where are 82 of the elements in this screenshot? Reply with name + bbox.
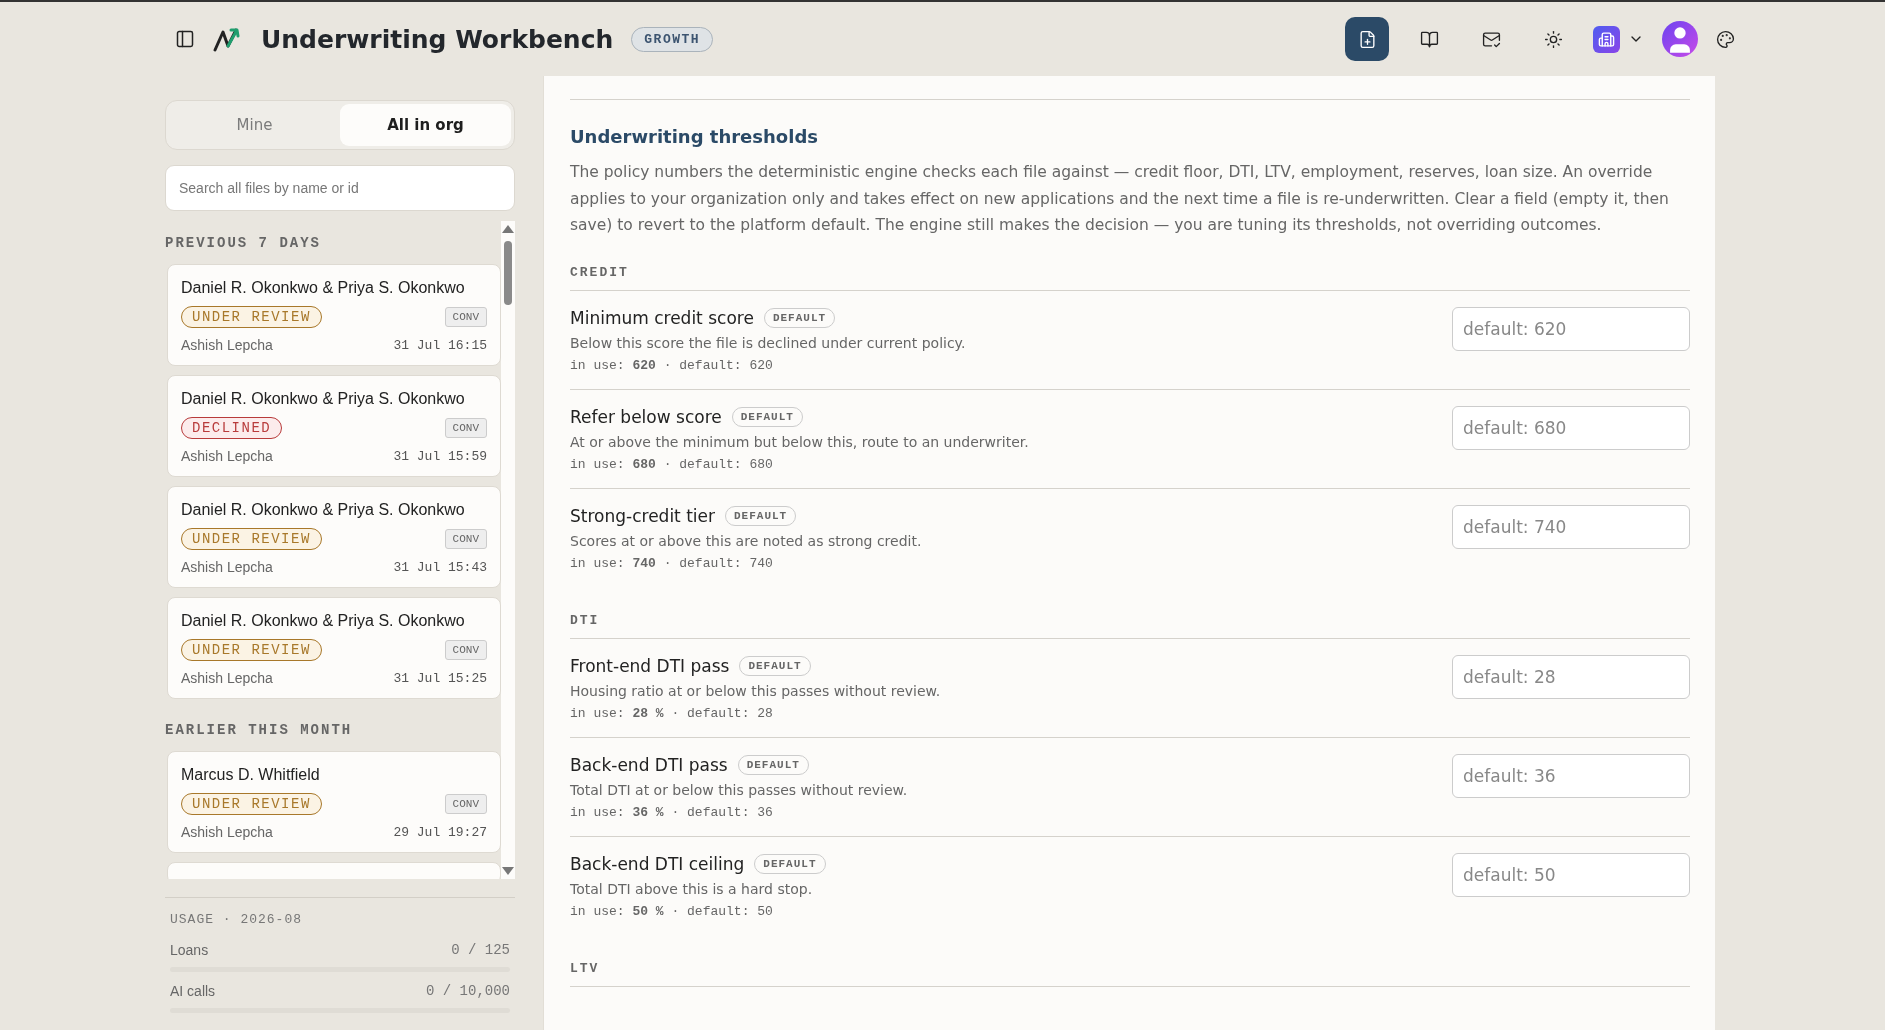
category-heading: CREDIT — [570, 238, 1690, 291]
threshold-field[interactable]: default: 740 — [1452, 504, 1690, 549]
meter-label: Loans — [170, 942, 209, 958]
owner-name: Ashish Lepcha — [181, 448, 273, 464]
setting-values: in use: 620 · default: 620 — [570, 357, 774, 373]
setting-name: Strong-credit tier — [570, 505, 715, 526]
owner-name: Ashish Lepcha — [181, 824, 273, 840]
app-title: Underwriting Workbench — [261, 24, 614, 54]
setting-values: in use: 50 % · default: 50 — [570, 903, 774, 919]
sidebar-toggle-icon[interactable] — [175, 29, 195, 49]
scope-tab[interactable]: Mine — [169, 104, 340, 146]
borrower-name: Daniel R. Okonkwo & Priya S. Okonkwo — [181, 501, 466, 519]
file-card[interactable]: Daniel R. Okonkwo & Priya S. Okonkwo DECLINED CONV Ashish Lepcha 31 Jul 15:59 — [167, 375, 501, 477]
file-timestamp: 29 Jul 19:27 — [393, 824, 487, 840]
scope-tab[interactable]: All in org — [340, 104, 511, 146]
setting-help: At or above the minimum but below this, route to an underwriter. — [570, 433, 1029, 450]
setting-values: in use: 36 % · default: 36 — [570, 804, 774, 820]
threshold-field[interactable]: default: 50 — [1452, 852, 1690, 897]
mail-check-icon — [1481, 29, 1501, 49]
product-tag: CONV — [444, 307, 487, 327]
product-tag: CONV — [444, 640, 487, 660]
section-description: The policy numbers the deterministic engine checks each file against — credit floor, DTI, LTV, employment, reserves, loan size. An override applies to your organization only and takes effect on new applications and the next time a file is re-underwritten. Clear a field (empty it, then save) to revert to the platform default. The engine still makes the decision — you are tuning its thresholds, not overriding outcomes. — [570, 162, 1670, 236]
scrollbar[interactable] — [501, 221, 515, 879]
sun-icon — [1543, 29, 1563, 49]
setting-name: Back-end DTI ceiling — [570, 853, 745, 874]
borrower-name: Daniel R. Okonkwo & Priya S. Okonkwo — [181, 390, 466, 408]
setting-values: in use: 740 · default: 740 — [570, 555, 774, 571]
file-card[interactable]: Daniel R. Okonkwo & Priya S. Okonkwo UNDER REVIEW CONV Ashish Lepcha 31 Jul 15:25 — [167, 597, 501, 699]
building-icon — [1598, 30, 1615, 48]
palette-icon[interactable] — [1716, 29, 1735, 49]
section-title: Underwriting thresholds — [570, 126, 819, 147]
user-avatar[interactable] — [1662, 21, 1698, 57]
owner-name: Ashish Lepcha — [181, 337, 273, 353]
borrower-name: Daniel R. Okonkwo & Priya S. Okonkwo — [181, 612, 466, 630]
threshold-field[interactable]: default: 620 — [1452, 306, 1690, 351]
borrower-name: Marcus D. Whitfield — [181, 766, 321, 784]
threshold-field[interactable]: default: 36 — [1452, 753, 1690, 798]
status-badge: UNDER REVIEW — [181, 793, 322, 815]
threshold-field[interactable]: default: 680 — [1452, 405, 1690, 450]
new-file-icon — [1357, 29, 1377, 49]
owner-name: Ashish Lepcha — [181, 670, 273, 686]
new-file-button[interactable] — [1345, 17, 1389, 61]
group-heading: PREVIOUS 7 DAYS — [165, 234, 323, 253]
meter-reading: 0 / 10,000 — [426, 983, 510, 999]
product-tag: CONV — [444, 529, 487, 549]
status-badge: DECLINED — [181, 417, 283, 439]
borrower-name: Daniel R. Okonkwo & Priya S. Okonkwo — [181, 279, 466, 297]
setting-name: Back-end DTI pass — [570, 754, 728, 775]
setting-name: Front-end DTI pass — [570, 655, 730, 676]
file-timestamp: 31 Jul 15:59 — [393, 448, 487, 464]
setting-name: Minimum credit score — [570, 307, 754, 328]
meter-label: AI calls — [170, 983, 216, 999]
product-tag: CONV — [444, 794, 487, 814]
search-field[interactable]: Search all files by name or id — [165, 165, 515, 211]
book-icon — [1419, 29, 1439, 49]
owner-name: Ashish Lepcha — [181, 559, 273, 575]
file-card[interactable]: Marcus D. Whitfield UNDER REVIEW CONV Ashish Lepcha 29 Jul 19:27 — [167, 751, 501, 853]
file-card[interactable]: Daniel R. Okonkwo & Priya S. Okonkwo UNDER REVIEW CONV Ashish Lepcha 31 Jul 15:43 — [167, 486, 501, 588]
meter-reading: 0 / 125 — [451, 942, 510, 958]
setting-name: Refer below score — [570, 406, 722, 427]
file-timestamp: 31 Jul 16:15 — [393, 337, 487, 353]
status-badge: UNDER REVIEW — [181, 639, 322, 661]
group-heading: EARLIER THIS MONTH — [165, 721, 354, 740]
setting-help: Total DTI at or below this passes without review. — [570, 781, 908, 798]
setting-help: Scores at or above this are noted as strong credit. — [570, 532, 922, 549]
usage-heading: USAGE · 2026-08 — [170, 912, 304, 927]
organization-button[interactable] — [1593, 25, 1620, 53]
file-timestamp: 31 Jul 15:43 — [393, 559, 487, 575]
setting-help: Housing ratio at or below this passes without review. — [570, 682, 941, 699]
threshold-field[interactable]: default: 28 — [1452, 654, 1690, 699]
setting-values: in use: 680 · default: 680 — [570, 456, 774, 472]
file-card[interactable]: Daniel R. Okonkwo & Priya S. Okonkwo UNDER REVIEW CONV Ashish Lepcha 31 Jul 16:15 — [167, 264, 501, 366]
status-badge: UNDER REVIEW — [181, 528, 322, 550]
setting-help: Total DTI above this is a hard stop. — [570, 880, 814, 897]
category-heading: DTI — [570, 586, 1690, 639]
category-heading: LTV — [570, 934, 1690, 987]
plan-badge: GROWTH — [631, 26, 714, 52]
setting-values: in use: 28 % · default: 28 — [570, 705, 774, 721]
product-tag: CONV — [444, 418, 487, 438]
file-timestamp: 31 Jul 15:25 — [393, 670, 487, 686]
setting-help: Below this score the file is declined under current policy. — [570, 334, 966, 351]
status-badge: UNDER REVIEW — [181, 306, 322, 328]
